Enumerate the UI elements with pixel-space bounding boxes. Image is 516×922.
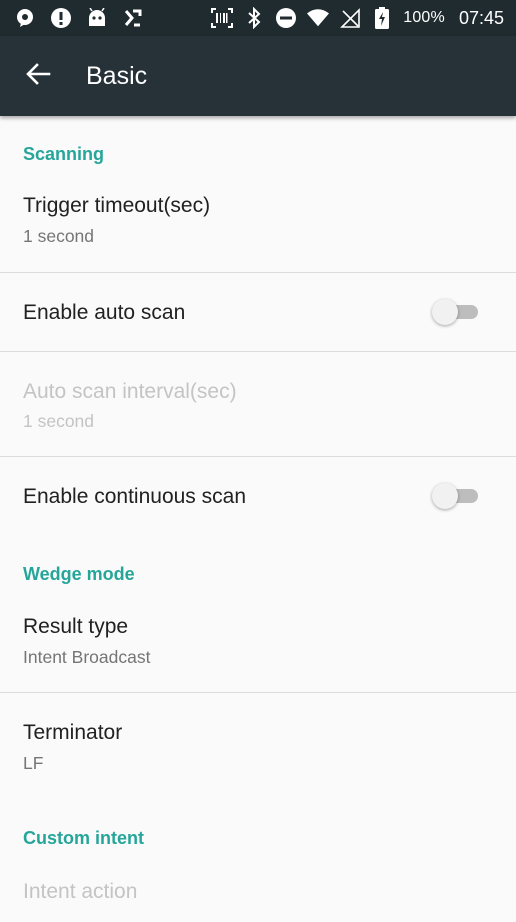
battery-percentage: 100% (403, 9, 445, 26)
pref-title: Terminator (23, 721, 123, 744)
pref-summary: LF (23, 753, 44, 773)
clock: 07:45 (458, 7, 504, 28)
status-bar-notifications (14, 0, 144, 36)
pref-title: Auto scan interval(sec) (23, 380, 237, 403)
chat-bubble-icon (14, 7, 36, 29)
preferences-list: Scanning Trigger timeout(sec) 1 second E… (0, 116, 516, 922)
page-title: Basic (86, 62, 148, 90)
status-bar-system: 100% 07:45 (211, 0, 504, 36)
bluetooth-icon (243, 7, 265, 29)
do-not-disturb-icon (275, 7, 297, 29)
arrow-back-icon (25, 61, 51, 92)
pref-title: Enable auto scan (23, 301, 186, 324)
app-bar: Basic (0, 36, 516, 116)
pref-title: Result type (23, 615, 129, 638)
scan-icon (122, 7, 144, 29)
no-sim-icon (339, 7, 361, 29)
category-wedge-mode: Wedge mode (23, 564, 135, 584)
continuous-scan-switch[interactable] (432, 481, 478, 511)
pref-title: Intent action (23, 880, 138, 903)
pref-enable-continuous-scan[interactable]: Enable continuous scan (0, 457, 516, 535)
auto-scan-switch[interactable] (432, 297, 478, 327)
pref-trigger-timeout[interactable]: Trigger timeout(sec) 1 second (0, 172, 516, 272)
pref-summary: Intent Broadcast (23, 647, 151, 667)
category-custom-intent: Custom intent (23, 828, 144, 848)
back-button[interactable] (18, 56, 58, 96)
category-scanning: Scanning (23, 144, 105, 164)
status-bar: 100% 07:45 (0, 0, 516, 36)
pref-intent-action[interactable]: Intent action (0, 856, 516, 922)
pref-terminator[interactable]: Terminator LF (0, 693, 516, 793)
pref-summary: 1 second (23, 411, 95, 431)
alert-icon (50, 7, 72, 29)
settings-screen: 100% 07:45 Basic Scanning Trigger timeou… (0, 0, 516, 922)
barcode-scanner-icon (211, 7, 234, 29)
pref-result-type[interactable]: Result type Intent Broadcast (0, 592, 516, 692)
pref-enable-auto-scan[interactable]: Enable auto scan (0, 273, 516, 351)
android-icon (86, 7, 108, 29)
battery-charging-icon (371, 7, 393, 29)
pref-summary: 1 second (23, 226, 95, 246)
pref-title: Enable continuous scan (23, 485, 246, 508)
pref-auto-scan-interval[interactable]: Auto scan interval(sec) 1 second (0, 352, 516, 456)
wifi-icon (307, 7, 330, 29)
switch-thumb (432, 483, 458, 509)
pref-title: Trigger timeout(sec) (23, 194, 211, 217)
switch-thumb (432, 299, 458, 325)
